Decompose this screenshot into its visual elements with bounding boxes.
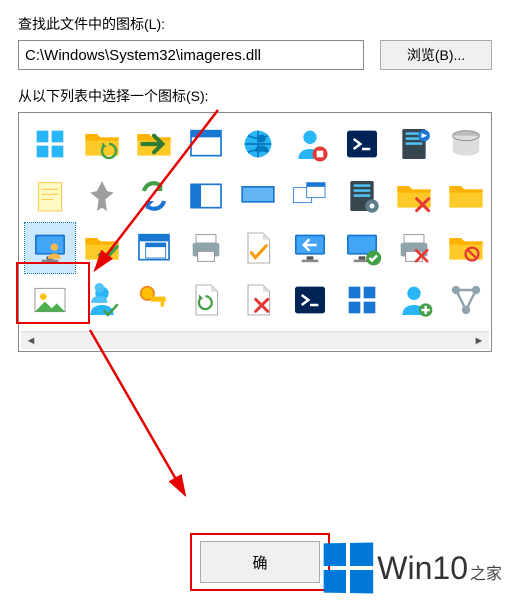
icon-server-settings[interactable] <box>337 171 387 221</box>
browse-button[interactable]: 浏览(B)... <box>380 40 492 70</box>
icon-file-rotate[interactable] <box>181 275 231 325</box>
icon-powershell[interactable] <box>337 119 387 169</box>
icon-monitor-arrow[interactable] <box>285 223 335 273</box>
watermark-suffix: 之家 <box>470 560 502 584</box>
watermark: Win10之家 <box>323 543 502 593</box>
icon-folder-yellow[interactable] <box>441 171 489 221</box>
icon-file-delete[interactable] <box>233 275 283 325</box>
icon-network[interactable] <box>441 275 489 325</box>
icon-monitor-user[interactable] <box>25 223 75 273</box>
icon-printer-delete[interactable] <box>389 223 439 273</box>
icon-folder-block[interactable] <box>441 223 489 273</box>
icon-user-add[interactable] <box>389 275 439 325</box>
icon-note[interactable] <box>25 171 75 221</box>
icon-printer[interactable] <box>181 223 231 273</box>
select-icon-label: 从以下列表中选择一个图标(S): <box>18 86 492 106</box>
icon-server-media[interactable] <box>389 119 439 169</box>
icon-multi-window[interactable] <box>285 171 335 221</box>
icon-file-check[interactable] <box>233 223 283 273</box>
icon-refresh[interactable] <box>77 119 127 169</box>
icon-tiles[interactable] <box>25 119 75 169</box>
icon-disk[interactable] <box>441 119 489 169</box>
icon-path-input[interactable] <box>18 40 364 70</box>
scroll-left-icon[interactable]: ◄ <box>23 333 39 349</box>
icon-powershell2[interactable] <box>285 275 335 325</box>
icon-desktop-wide[interactable] <box>233 171 283 221</box>
icon-network-user[interactable] <box>233 119 283 169</box>
icon-layout[interactable] <box>181 171 231 221</box>
windows-logo-icon <box>324 543 374 594</box>
icon-key[interactable] <box>129 275 179 325</box>
icon-window[interactable] <box>181 119 231 169</box>
icon-windows[interactable] <box>129 223 179 273</box>
icon-pin[interactable] <box>77 171 127 221</box>
icon-list: ◄ ► <box>18 112 492 352</box>
icon-tiles-blue[interactable] <box>337 275 387 325</box>
scroll-right-icon[interactable]: ► <box>471 333 487 349</box>
icon-user-stop[interactable] <box>285 119 335 169</box>
icon-picture[interactable] <box>25 275 75 325</box>
ok-button[interactable]: 确 <box>200 541 320 583</box>
icon-folder-delete[interactable] <box>389 171 439 221</box>
watermark-brand: Win10 <box>377 550 468 587</box>
horizontal-scrollbar[interactable]: ◄ ► <box>21 331 489 349</box>
find-icon-label: 查找此文件中的图标(L): <box>18 14 492 34</box>
icon-users-check[interactable] <box>77 275 127 325</box>
icon-folder-open[interactable] <box>129 119 179 169</box>
icon-monitor-ok[interactable] <box>337 223 387 273</box>
icon-arrows-sync[interactable] <box>129 171 179 221</box>
icon-folder-check[interactable] <box>77 223 127 273</box>
